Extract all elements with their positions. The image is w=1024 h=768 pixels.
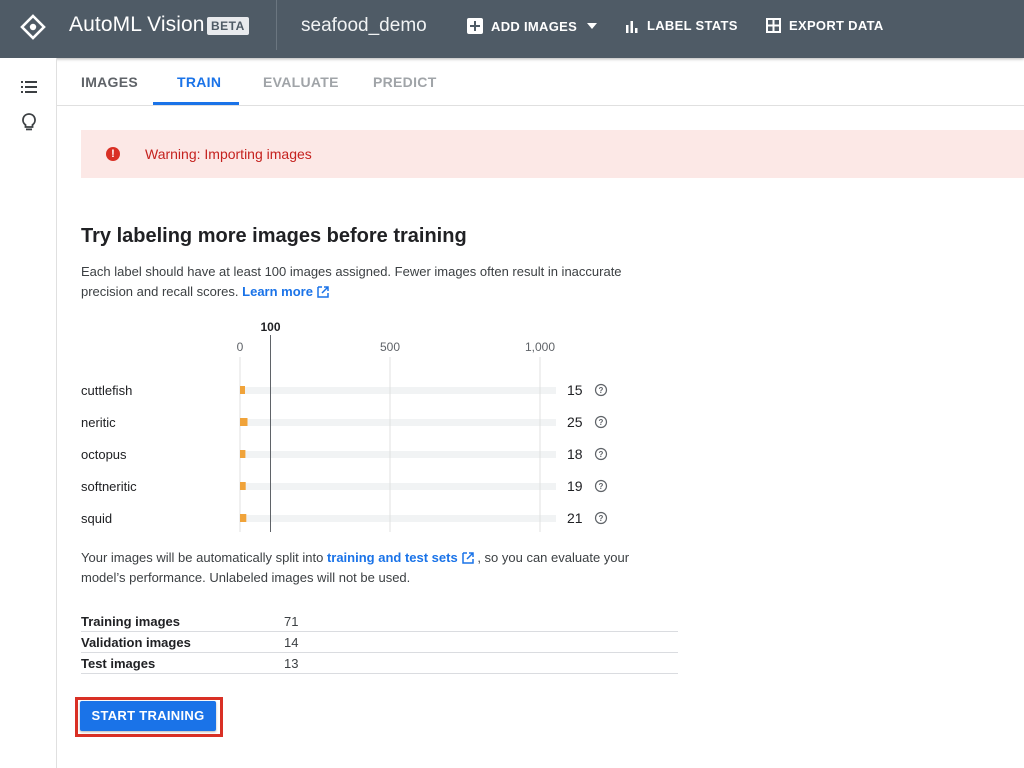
label-stats-button[interactable]: LABEL STATS (625, 18, 738, 33)
svg-text:?: ? (599, 514, 604, 523)
description-text: Each label should have at least 100 imag… (81, 264, 622, 299)
list-icon[interactable] (19, 77, 39, 97)
dropdown-arrow-icon (587, 23, 598, 29)
bar (240, 514, 247, 522)
help-icon[interactable]: ? (594, 479, 608, 493)
count-label: 18 (567, 446, 583, 462)
bar (240, 418, 248, 426)
split-prefix: Your images will be automatically split … (81, 550, 324, 565)
bar-track (240, 483, 556, 490)
bar (240, 386, 245, 394)
image-split-table: Training images 71 Validation images 14 … (81, 611, 678, 674)
tick-label: 500 (380, 340, 400, 354)
threshold-label: 100 (260, 320, 280, 334)
count-label: 21 (567, 510, 583, 526)
tab-images[interactable]: IMAGES (81, 74, 138, 90)
dataset-name: seafood_demo (301, 15, 427, 36)
bar-track (240, 451, 556, 458)
export-data-button[interactable]: EXPORT DATA (766, 18, 884, 33)
help-icon[interactable]: ? (594, 511, 608, 525)
table-row: Validation images 14 (81, 632, 678, 653)
grid-icon (766, 18, 781, 33)
warning-banner: ! Warning: Importing images (81, 130, 1024, 178)
help-icon[interactable]: ? (594, 447, 608, 461)
svg-text:?: ? (599, 450, 604, 459)
automl-logo-icon (20, 14, 46, 40)
category-label: neritic (81, 415, 116, 430)
tab-bar: IMAGES TRAIN EVALUATE PREDICT (57, 58, 1024, 106)
table-row: Test images 13 (81, 653, 678, 674)
label-stats-label: LABEL STATS (647, 18, 738, 33)
count-label: 19 (567, 478, 583, 494)
beta-badge: BETA (207, 17, 249, 35)
export-data-label: EXPORT DATA (789, 18, 884, 33)
description: Each label should have at least 100 imag… (81, 262, 661, 302)
stat-value: 13 (284, 656, 299, 671)
start-training-button[interactable]: START TRAINING (80, 701, 216, 731)
lightbulb-icon[interactable] (19, 112, 39, 132)
active-tab-indicator (153, 102, 239, 105)
tick-label: 1,000 (525, 340, 555, 354)
tab-evaluate[interactable]: EVALUATE (263, 74, 339, 90)
help-icon[interactable]: ? (594, 383, 608, 397)
external-link-icon (461, 552, 474, 564)
bar-chart-icon (626, 20, 638, 33)
category-label: softneritic (81, 479, 137, 494)
category-label: cuttlefish (81, 383, 132, 398)
bar-track (240, 419, 556, 426)
add-images-label: ADD IMAGES (491, 18, 578, 34)
add-box-icon (467, 18, 483, 34)
count-label: 15 (567, 382, 583, 398)
bar (240, 482, 246, 490)
count-label: 25 (567, 414, 583, 430)
learn-more-link[interactable]: Learn more (242, 284, 313, 299)
stat-value: 71 (284, 614, 299, 629)
svg-text:?: ? (599, 482, 604, 491)
bar (240, 450, 246, 458)
svg-text:?: ? (599, 386, 604, 395)
add-images-button[interactable]: ADD IMAGES (467, 18, 598, 34)
stat-label: Validation images (81, 635, 191, 650)
training-test-sets-link[interactable]: training and test sets (327, 550, 458, 565)
help-icon[interactable]: ? (594, 415, 608, 429)
app-title: AutoML Vision (69, 13, 205, 36)
stat-label: Training images (81, 614, 180, 629)
tab-predict[interactable]: PREDICT (373, 74, 437, 90)
left-rail (0, 58, 57, 768)
bar-track (240, 387, 556, 394)
error-icon: ! (106, 147, 120, 161)
top-bar: AutoML Vision BETA seafood_demo ADD IMAG… (0, 0, 1024, 58)
svg-text:?: ? (599, 418, 604, 427)
header-divider (276, 0, 277, 50)
category-label: squid (81, 511, 112, 526)
external-link-icon (317, 286, 329, 298)
table-row: Training images 71 (81, 611, 678, 632)
stat-value: 14 (284, 635, 299, 650)
split-info: Your images will be automatically split … (81, 548, 661, 588)
category-label: octopus (81, 447, 127, 462)
bar-track (240, 515, 556, 522)
stat-label: Test images (81, 656, 156, 671)
tab-train[interactable]: TRAIN (177, 74, 221, 90)
warning-text: Warning: Importing images (145, 146, 312, 162)
tick-label: 0 (237, 340, 244, 354)
page-heading: Try labeling more images before training (81, 225, 467, 247)
